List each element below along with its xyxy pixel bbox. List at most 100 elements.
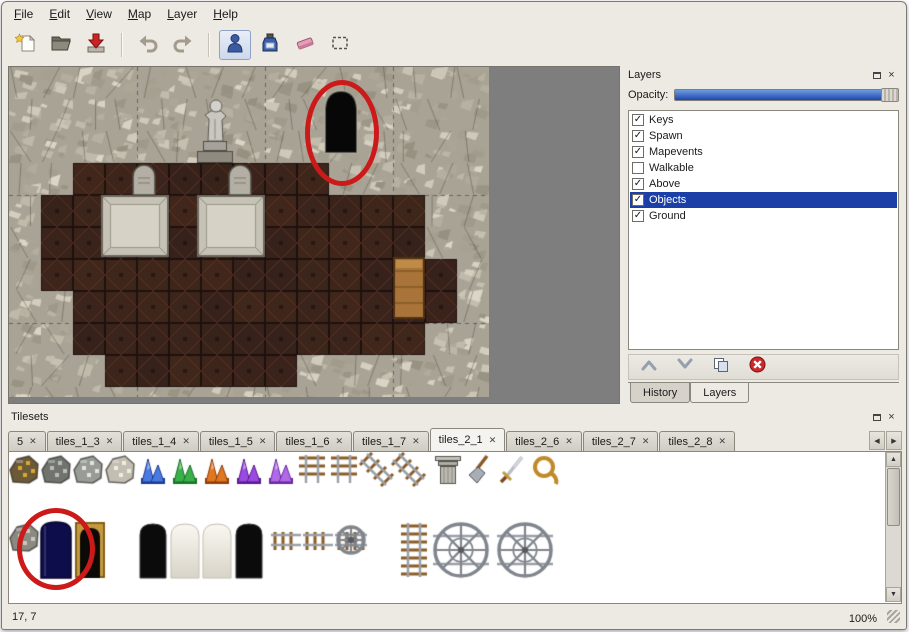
layer-row[interactable]: Keys: [630, 112, 897, 128]
undo-button[interactable]: [132, 30, 164, 60]
status-zoom: 100%: [849, 613, 877, 625]
redo-button[interactable]: [167, 30, 199, 60]
scroll-up-icon[interactable]: ▲: [886, 452, 901, 467]
stamp-tool-button[interactable]: [219, 30, 251, 60]
opacity-slider[interactable]: [674, 89, 899, 101]
save-icon: [85, 32, 107, 59]
lower-layer-icon: [676, 358, 694, 376]
layers-panel: Layers × Opacity: Keys Spawn Mapevents: [625, 66, 902, 404]
tab-close-icon[interactable]: ✕: [718, 437, 726, 446]
tileset-tab[interactable]: tiles_1_7 ✕: [353, 431, 429, 451]
tileset-canvas[interactable]: [9, 452, 885, 602]
layer-visibility-checkbox[interactable]: [632, 146, 644, 158]
scroll-down-icon[interactable]: ▼: [886, 587, 901, 602]
layers-panel-title: Layers: [628, 69, 661, 81]
layer-visibility-checkbox[interactable]: [632, 162, 644, 174]
tileset-tab-label: tiles_2_7: [592, 436, 636, 448]
tab-scroll-left-icon[interactable]: ◀: [869, 431, 885, 450]
tab-close-icon[interactable]: ✕: [412, 437, 420, 446]
tileset-tab[interactable]: tiles_1_5 ✕: [200, 431, 276, 451]
float-panel-button[interactable]: [869, 410, 884, 424]
tilesets-panel-title: Tilesets: [11, 411, 49, 423]
tab-close-icon[interactable]: ✕: [106, 437, 114, 446]
toolbar-separator: [121, 33, 123, 57]
opacity-slider-handle[interactable]: [881, 88, 899, 102]
tileset-tab-label: tiles_1_5: [209, 436, 253, 448]
tab-close-icon[interactable]: ✕: [489, 436, 497, 445]
tileset-tab[interactable]: tiles_2_7 ✕: [583, 431, 659, 451]
tab-close-icon[interactable]: ✕: [642, 437, 650, 446]
layer-visibility-checkbox[interactable]: [632, 114, 644, 126]
tileset-tab-label: tiles_1_6: [285, 436, 329, 448]
tab-history[interactable]: History: [630, 383, 690, 403]
eraser-tool-button[interactable]: [289, 30, 321, 60]
resize-grip[interactable]: [887, 610, 900, 623]
tab-layers[interactable]: Layers: [690, 383, 749, 403]
open-button[interactable]: [45, 30, 77, 60]
menu-file[interactable]: File: [6, 3, 41, 25]
layer-row[interactable]: Spawn: [630, 128, 897, 144]
tileset-content: ▲ ▼: [8, 452, 902, 604]
layer-label: Above: [649, 178, 680, 190]
layer-row[interactable]: Objects: [630, 192, 897, 208]
duplicate-layer-button[interactable]: [709, 357, 733, 377]
tab-close-icon[interactable]: ✕: [29, 437, 37, 446]
tab-close-icon[interactable]: ✕: [182, 437, 190, 446]
menu-map[interactable]: Map: [120, 3, 159, 25]
tileset-tab[interactable]: 5 ✕: [8, 431, 46, 451]
lower-layer-button[interactable]: [673, 357, 697, 377]
tileset-tab-label: tiles_2_8: [668, 436, 712, 448]
fill-tool-button[interactable]: [254, 30, 286, 60]
tileset-tab[interactable]: tiles_1_4 ✕: [123, 431, 199, 451]
stamp-person-icon: [224, 32, 246, 59]
layer-visibility-checkbox[interactable]: [632, 178, 644, 190]
layer-row[interactable]: Walkable: [630, 160, 897, 176]
rect-select-icon: [329, 32, 351, 59]
close-panel-button[interactable]: ×: [884, 68, 899, 82]
float-icon: [873, 72, 881, 79]
layer-label: Ground: [649, 210, 686, 222]
tilesets-panel-titlebar: Tilesets ×: [8, 408, 902, 426]
layer-row[interactable]: Ground: [630, 208, 897, 224]
layer-visibility-checkbox[interactable]: [632, 194, 644, 206]
new-file-button[interactable]: [10, 30, 42, 60]
close-icon: ×: [888, 70, 894, 80]
layer-list: Keys Spawn Mapevents Walkable Above Obje…: [628, 110, 899, 350]
select-tool-button[interactable]: [324, 30, 356, 60]
map-canvas[interactable]: [9, 67, 489, 397]
tileset-tab[interactable]: tiles_2_6 ✕: [506, 431, 582, 451]
tileset-tab[interactable]: tiles_1_3 ✕: [47, 431, 123, 451]
layer-label: Walkable: [649, 162, 694, 174]
menu-bar: File Edit View Map Layer Help: [2, 2, 906, 26]
layers-panel-titlebar: Layers ×: [625, 66, 902, 84]
tab-scroll-right-icon[interactable]: ▶: [886, 431, 902, 450]
tab-close-icon[interactable]: ✕: [336, 437, 344, 446]
menu-help[interactable]: Help: [205, 3, 246, 25]
layer-row[interactable]: Above: [630, 176, 897, 192]
layer-row[interactable]: Mapevents: [630, 144, 897, 160]
layer-visibility-checkbox[interactable]: [632, 210, 644, 222]
float-panel-button[interactable]: [869, 68, 884, 82]
tab-close-icon[interactable]: ✕: [259, 437, 267, 446]
layer-visibility-checkbox[interactable]: [632, 130, 644, 142]
undo-icon: [137, 32, 159, 59]
tab-close-icon[interactable]: ✕: [565, 437, 573, 446]
menu-layer[interactable]: Layer: [159, 3, 205, 25]
tileset-tab[interactable]: tiles_2_1 ✕: [430, 428, 506, 452]
menu-edit[interactable]: Edit: [41, 3, 78, 25]
tileset-tab-label: tiles_1_4: [132, 436, 176, 448]
menu-view[interactable]: View: [78, 3, 120, 25]
close-panel-button[interactable]: ×: [884, 410, 899, 424]
raise-layer-button[interactable]: [637, 357, 661, 377]
delete-layer-button[interactable]: [745, 357, 769, 377]
tab-scroll-buttons: ◀ ▶: [869, 431, 902, 450]
scroll-thumb[interactable]: [887, 468, 900, 526]
dock-tabs: History Layers: [628, 382, 899, 403]
app-window: File Edit View Map Layer Help: [1, 1, 907, 630]
eraser-icon: [294, 32, 316, 59]
tileset-tab[interactable]: tiles_1_6 ✕: [276, 431, 352, 451]
save-button[interactable]: [80, 30, 112, 60]
tileset-tab[interactable]: tiles_2_8 ✕: [659, 431, 735, 451]
toolbar-separator: [208, 33, 210, 57]
opacity-row: Opacity:: [625, 84, 902, 106]
